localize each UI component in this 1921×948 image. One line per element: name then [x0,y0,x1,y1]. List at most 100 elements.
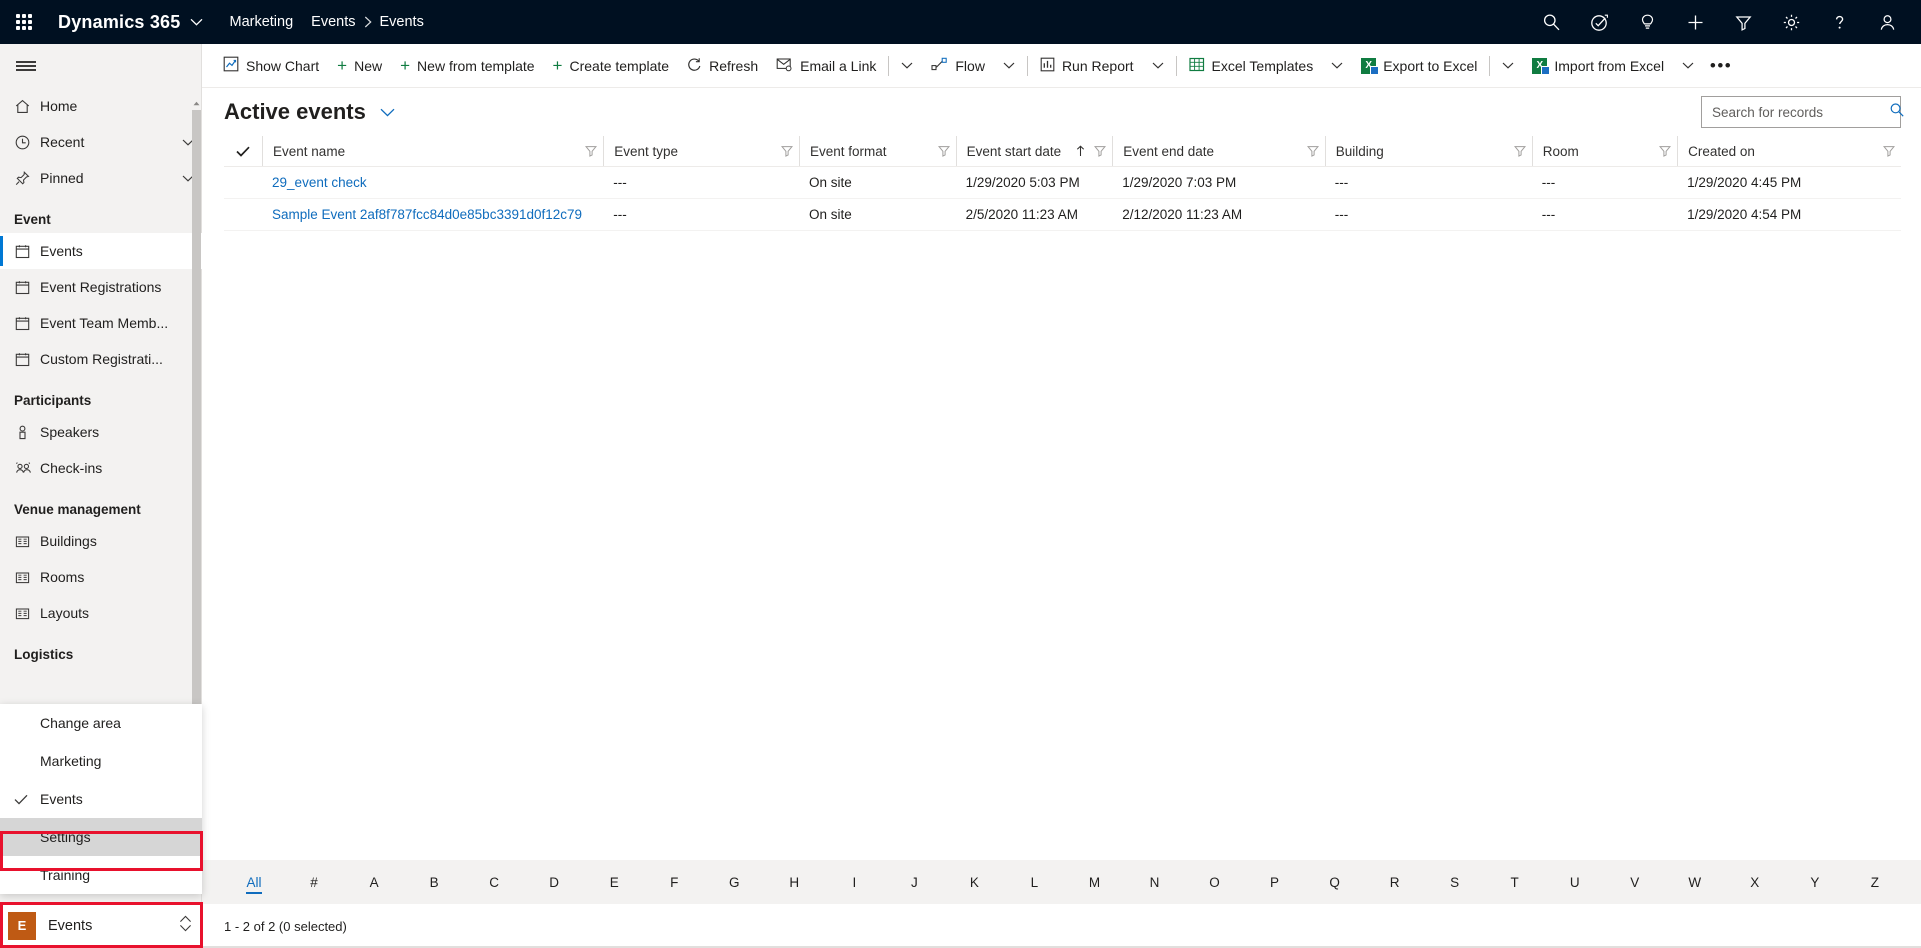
import-from-excel-chevron-down-icon[interactable] [1673,44,1703,87]
breadcrumb-item-1[interactable]: Events [380,14,424,30]
filter-icon[interactable] [1088,145,1112,157]
select-all-header[interactable] [224,136,263,167]
hamburger-menu-icon[interactable] [0,44,201,88]
column-header-event-name[interactable]: Event name [262,136,604,167]
run-report-chevron-down-icon[interactable] [1143,44,1173,87]
refresh-button[interactable]: Refresh [678,44,767,87]
alpha-filter-q[interactable]: Q [1305,860,1365,904]
filter-icon[interactable] [932,145,956,157]
alpha-filter-v[interactable]: V [1605,860,1665,904]
filter-icon[interactable] [1719,0,1767,44]
area-switcher-updown-icon[interactable] [179,915,192,937]
flow-chevron-down-icon[interactable] [994,44,1024,87]
help-icon[interactable] [1815,0,1863,44]
alpha-filter-n[interactable]: N [1124,860,1184,904]
new-button[interactable]: + New [328,44,391,87]
lightbulb-icon[interactable] [1623,0,1671,44]
sidebar-item-event-team-members[interactable]: Event Team Memb... [0,305,202,341]
import-from-excel-button[interactable]: X Import from Excel [1523,44,1673,87]
area-item-change-area[interactable]: Change area [0,704,202,742]
sidebar-item-layouts[interactable]: Layouts [0,595,202,631]
alpha-filter-e[interactable]: E [584,860,644,904]
search-input[interactable] [1712,104,1889,120]
email-a-link-button[interactable]: Email a Link [767,44,885,87]
cell-event-name[interactable]: Sample Event 2af8f787fcc84d0e85bc3391d0f… [262,198,604,231]
table-row[interactable]: Sample Event 2af8f787fcc84d0e85bc3391d0f… [224,198,1901,231]
alpha-filter-a[interactable]: A [344,860,404,904]
export-to-excel-button[interactable]: X Export to Excel [1352,44,1486,87]
column-header-building[interactable]: Building [1324,136,1532,167]
sidebar-item-pinned[interactable]: Pinned [0,160,202,196]
alpha-filter-w[interactable]: W [1665,860,1725,904]
alpha-filter-g[interactable]: G [704,860,764,904]
record-link[interactable]: 29_event check [272,175,367,190]
alpha-filter-h[interactable]: H [764,860,824,904]
alpha-filter-l[interactable]: L [1004,860,1064,904]
scroll-up-arrow-icon[interactable] [192,96,201,110]
alpha-filter-p[interactable]: P [1245,860,1305,904]
area-switcher-button[interactable]: E Events [0,902,202,948]
column-header-created-on[interactable]: Created on [1677,136,1901,167]
filter-icon[interactable] [579,145,603,157]
search-icon[interactable] [1889,102,1905,123]
add-icon[interactable] [1671,0,1719,44]
flow-button[interactable]: Flow [922,44,994,87]
column-header-event-end-date[interactable]: Event end date [1112,136,1325,167]
table-row[interactable]: 29_event check --- On site 1/29/2020 5:0… [224,166,1901,199]
column-header-room[interactable]: Room [1531,136,1678,167]
export-to-excel-chevron-down-icon[interactable] [1493,44,1523,87]
sidebar-item-check-ins[interactable]: Check-ins [0,450,202,486]
alpha-filter-i[interactable]: I [824,860,884,904]
record-link[interactable]: Sample Event 2af8f787fcc84d0e85bc3391d0f… [272,207,582,222]
user-avatar-icon[interactable] [1863,0,1911,44]
sidebar-item-home[interactable]: Home [0,88,202,124]
sidebar-item-speakers[interactable]: Speakers [0,414,202,450]
column-header-event-type[interactable]: Event type [603,136,799,167]
brand-chevron-down-icon[interactable] [186,18,215,26]
alpha-filter-j[interactable]: J [884,860,944,904]
app-launcher-icon[interactable] [0,0,48,44]
filter-icon[interactable] [775,145,799,157]
cell-event-name[interactable]: 29_event check [262,166,604,199]
run-report-button[interactable]: Run Report [1031,44,1143,87]
view-selector-chevron-down-icon[interactable] [366,108,395,117]
diagnostics-icon[interactable] [1575,0,1623,44]
search-icon[interactable] [1527,0,1575,44]
alpha-filter-m[interactable]: M [1064,860,1124,904]
area-item-marketing[interactable]: Marketing [0,742,202,780]
filter-icon[interactable] [1653,145,1677,157]
column-header-event-start-date[interactable]: Event start date [955,136,1113,167]
alpha-filter-d[interactable]: D [524,860,584,904]
filter-icon[interactable] [1508,145,1532,157]
alpha-filter-y[interactable]: Y [1785,860,1845,904]
select-all-checkmark-icon[interactable] [224,136,262,166]
email-a-link-chevron-down-icon[interactable] [892,44,922,87]
sidebar-item-rooms[interactable]: Rooms [0,559,202,595]
alpha-filter-f[interactable]: F [644,860,704,904]
column-header-event-format[interactable]: Event format [799,136,956,167]
alpha-filter-t[interactable]: T [1485,860,1545,904]
alpha-filter-u[interactable]: U [1545,860,1605,904]
show-chart-button[interactable]: Show Chart [214,44,328,87]
sidebar-item-event-registrations[interactable]: Event Registrations [0,269,202,305]
filter-icon[interactable] [1301,145,1325,157]
sidebar-scrollbar-thumb[interactable] [192,110,201,786]
create-template-button[interactable]: + Create template [544,44,679,87]
excel-templates-chevron-down-icon[interactable] [1322,44,1352,87]
sidebar-scrollbar[interactable] [192,96,201,786]
area-item-settings[interactable]: Settings [0,818,202,856]
area-item-training[interactable]: Training [0,856,202,894]
alpha-filter-s[interactable]: S [1425,860,1485,904]
alpha-filter-hash[interactable]: # [284,860,344,904]
filter-icon[interactable] [1877,145,1901,157]
alpha-filter-k[interactable]: K [944,860,1004,904]
row-checkbox[interactable] [224,198,263,231]
breadcrumb-item-0[interactable]: Events [311,14,355,30]
search-records-box[interactable] [1701,96,1904,128]
alpha-filter-b[interactable]: B [404,860,464,904]
alpha-filter-c[interactable]: C [464,860,524,904]
alpha-filter-x[interactable]: X [1725,860,1785,904]
alpha-filter-o[interactable]: O [1185,860,1245,904]
row-checkbox[interactable] [224,166,263,199]
alpha-filter-z[interactable]: Z [1845,860,1905,904]
